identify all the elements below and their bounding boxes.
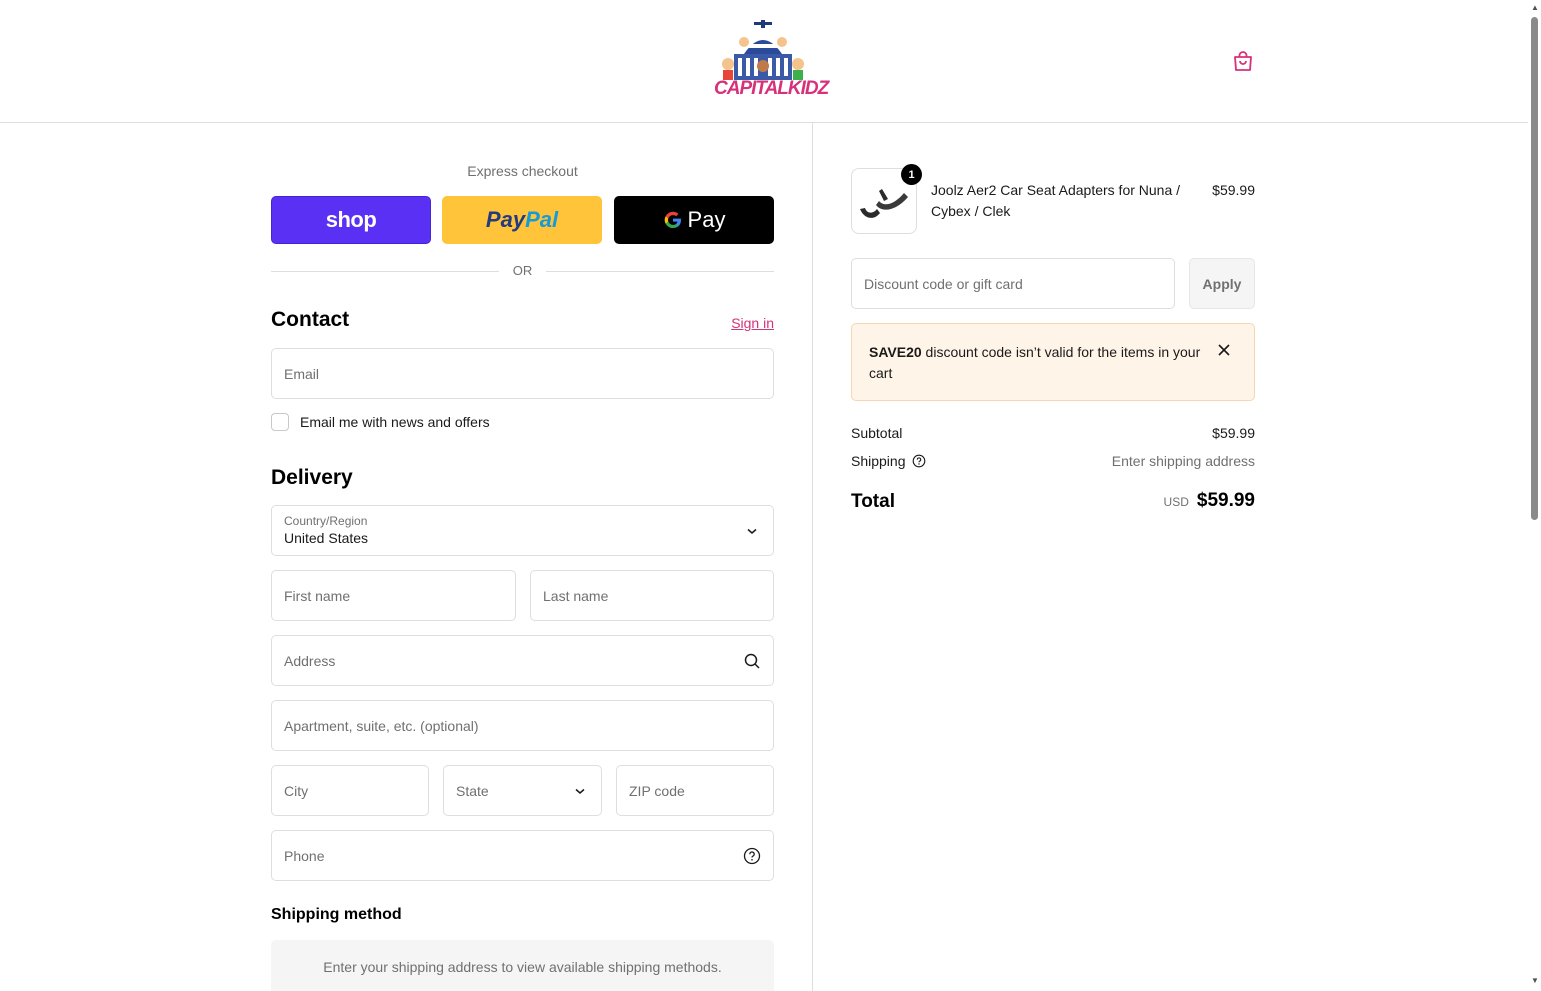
phone-field[interactable]: Phone (271, 830, 774, 881)
chevron-down-icon (747, 528, 757, 534)
column-divider (812, 123, 813, 991)
subtotal-row: Subtotal $59.99 (851, 425, 1255, 441)
capitol-building-icon (722, 20, 804, 80)
discount-error-alert: SAVE20 discount code isn’t valid for the… (851, 323, 1255, 401)
logo-wordmark: CAPITALKIDZ (714, 78, 829, 99)
page-scrollbar[interactable]: ▲ ▼ (1528, 0, 1541, 991)
shipping-label: Shipping (851, 453, 906, 469)
contact-title: Contact (271, 308, 350, 331)
or-divider: OR (271, 263, 774, 281)
discount-code-input[interactable]: Discount code or gift card (851, 258, 1175, 309)
country-select[interactable]: Country/Region United States (271, 505, 774, 556)
shop-pay-button[interactable]: shop (271, 196, 431, 244)
google-pay-button[interactable]: Pay (614, 196, 774, 244)
state-placeholder: State (456, 782, 489, 799)
google-g-icon (664, 211, 681, 228)
google-pay-label: Pay (687, 207, 726, 232)
help-circle-icon[interactable] (743, 847, 761, 865)
first-name-placeholder: First name (284, 587, 351, 604)
total-value: $59.99 (1196, 490, 1255, 511)
subtotal-label: Subtotal (851, 425, 903, 441)
shipping-value: Enter shipping address (1111, 453, 1255, 469)
newsletter-checkbox-row[interactable]: Email me with news and offers (271, 413, 490, 431)
city-field[interactable]: City (271, 765, 429, 816)
scroll-down-icon[interactable]: ▼ (1531, 977, 1539, 985)
total-currency: USD (1163, 495, 1189, 509)
email-placeholder: Email (284, 365, 320, 382)
email-field[interactable]: Email (271, 348, 774, 399)
sign-in-link[interactable]: Sign in (731, 315, 774, 331)
apartment-field[interactable]: Apartment, suite, etc. (optional) (271, 700, 774, 751)
paypal-button[interactable]: Pay Pal (442, 196, 602, 244)
state-select[interactable]: State (443, 765, 602, 816)
or-line-right (546, 271, 774, 272)
express-checkout-title: Express checkout (467, 163, 578, 179)
quantity-badge: 1 (901, 164, 922, 185)
delivery-title: Delivery (271, 466, 353, 489)
scrollbar-thumb[interactable] (1531, 17, 1538, 520)
country-value: United States (284, 530, 369, 546)
apply-discount-button[interactable]: Apply (1189, 258, 1255, 309)
last-name-placeholder: Last name (543, 587, 609, 604)
first-name-field[interactable]: First name (271, 570, 516, 621)
total-amount: USD $59.99 (1164, 490, 1255, 512)
discount-placeholder: Discount code or gift card (864, 275, 1023, 292)
shopping-bag-icon (1234, 51, 1252, 71)
shop-pay-label: shop (325, 207, 377, 232)
paypal-label-pay: Pay (485, 207, 526, 232)
product-price: $59.99 (1212, 182, 1255, 198)
product-name: Joolz Aer2 Car Seat Adapters for Nuna / … (931, 182, 1181, 219)
chevron-down-icon (575, 788, 585, 794)
site-header: CAPITALKIDZ (0, 0, 1528, 123)
subtotal-value: $59.99 (1212, 425, 1255, 441)
shipping-method-title: Shipping method (271, 906, 402, 923)
search-icon (744, 653, 760, 669)
help-circle-icon[interactable] (912, 454, 926, 468)
store-logo[interactable]: CAPITALKIDZ (714, 20, 829, 100)
total-label: Total (851, 491, 895, 512)
newsletter-checkbox[interactable] (271, 413, 289, 431)
address-placeholder: Address (284, 652, 336, 669)
scroll-up-icon[interactable]: ▲ (1531, 4, 1539, 12)
shipping-row: Shipping Enter shipping address (851, 453, 1255, 469)
alert-code: SAVE20 (869, 344, 922, 360)
newsletter-label: Email me with news and offers (300, 414, 490, 430)
cart-button[interactable] (1231, 49, 1255, 73)
last-name-field[interactable]: Last name (530, 570, 774, 621)
zip-field[interactable]: ZIP code (616, 765, 774, 816)
zip-placeholder: ZIP code (629, 782, 685, 799)
city-placeholder: City (284, 782, 309, 799)
country-label: Country/Region (284, 514, 368, 528)
address-field[interactable]: Address (271, 635, 774, 686)
phone-placeholder: Phone (284, 847, 325, 864)
paypal-label-pal: Pal (525, 207, 559, 232)
close-icon[interactable] (1216, 342, 1232, 358)
apartment-placeholder: Apartment, suite, etc. (optional) (284, 717, 479, 734)
shipping-method-message: Enter your shipping address to view avai… (271, 940, 774, 991)
